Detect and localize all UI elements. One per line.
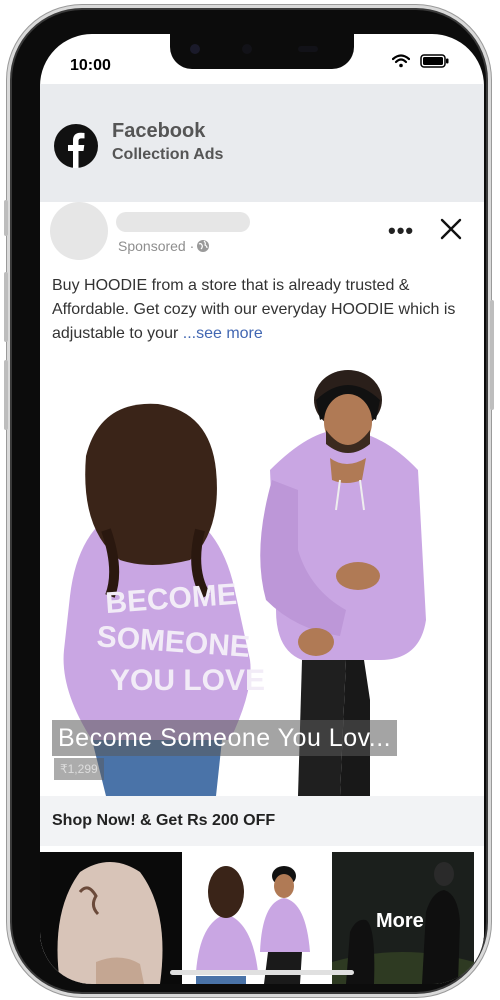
front-camera: [190, 44, 200, 54]
close-icon[interactable]: [438, 216, 464, 242]
thumbnail-1-image: [40, 852, 182, 984]
home-indicator[interactable]: [170, 970, 354, 975]
product-caption: Become Someone You Lov...: [52, 720, 398, 756]
thumbnail-2-image: [186, 852, 328, 984]
svg-text:YOU LOVE: YOU LOVE: [110, 664, 265, 697]
thumbnail-1[interactable]: [40, 852, 182, 984]
header-subtitle: Collection Ads: [112, 146, 224, 163]
post-description: Buy HOODIE from a store that is already …: [52, 274, 462, 346]
see-more-link[interactable]: ...see more: [183, 325, 263, 342]
screen: 10:00 Facebook Collection Ads Sponsored …: [40, 34, 484, 984]
sensor: [242, 44, 252, 54]
sponsored-label: Sponsored ·: [118, 238, 210, 254]
globe-icon: [197, 240, 210, 252]
more-options-icon[interactable]: •••: [388, 218, 414, 244]
offer-label: Shop Now! & Get Rs 200 OFF: [52, 812, 276, 829]
advertiser-name-placeholder[interactable]: [116, 212, 250, 232]
facebook-logo-icon: [54, 124, 98, 168]
offer-banner[interactable]: Shop Now! & Get Rs 200 OFF: [40, 796, 484, 846]
product-thumbnails: More: [40, 852, 484, 984]
thumbnail-more[interactable]: More: [332, 852, 474, 984]
status-icons: [392, 54, 450, 68]
volume-up-button: [4, 272, 8, 342]
more-label: More: [376, 910, 424, 932]
notch: [170, 34, 354, 69]
thumbnail-2[interactable]: [186, 852, 328, 984]
product-price: ₹1,299: [54, 758, 104, 780]
volume-down-button: [4, 360, 8, 430]
phone-frame: 10:00 Facebook Collection Ads Sponsored …: [4, 10, 494, 992]
battery-icon: [420, 54, 449, 68]
ad-post-card: Sponsored · ••• Buy HOODIE from a store …: [40, 202, 484, 984]
status-time: 10:00: [70, 57, 111, 74]
mute-switch: [4, 200, 8, 236]
speaker: [298, 46, 318, 52]
header-title: Facebook: [112, 120, 206, 142]
page-header: Facebook Collection Ads: [40, 84, 484, 202]
avatar[interactable]: [50, 202, 108, 260]
hero-image[interactable]: BECOME SOMEONE YOU LOVE Become Someone Y…: [40, 360, 484, 796]
power-button: [490, 300, 494, 410]
wifi-icon: [392, 54, 410, 68]
sponsored-text: Sponsored ·: [118, 238, 195, 254]
